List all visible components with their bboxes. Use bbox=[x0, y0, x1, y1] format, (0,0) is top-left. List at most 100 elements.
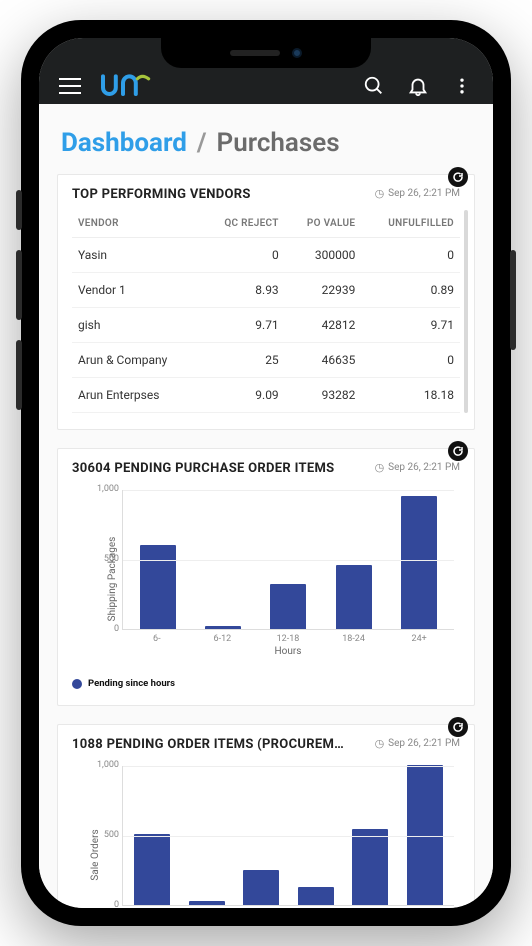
col-vendor[interactable]: VENDOR bbox=[72, 210, 201, 238]
grid-line bbox=[123, 560, 454, 561]
breadcrumb: Dashboard / Purchases bbox=[61, 128, 475, 158]
notch bbox=[39, 38, 493, 68]
col-unfulfilled[interactable]: UNFULFILLED bbox=[361, 210, 460, 238]
chart-xlabel: Hours bbox=[122, 646, 454, 657]
chart-yticks: 1,000 500 0 bbox=[87, 760, 119, 908]
card-title: 30604 PENDING PURCHASE ORDER ITEMS bbox=[72, 461, 334, 476]
table-cell: 8.93 bbox=[201, 273, 285, 308]
grid-line bbox=[123, 490, 454, 491]
chart-bar[interactable] bbox=[205, 626, 241, 629]
clock-icon bbox=[375, 737, 385, 750]
ytick: 0 bbox=[87, 624, 119, 634]
phone-frame: Dashboard / Purchases TOP PERFORMING VEN… bbox=[21, 20, 511, 926]
table-cell: 0.89 bbox=[361, 273, 460, 308]
xtick: 18-24 bbox=[336, 634, 372, 644]
side-button bbox=[510, 250, 516, 350]
chart-bar[interactable] bbox=[270, 584, 306, 629]
timestamp-text: Sep 26, 2:21 PM bbox=[388, 738, 460, 749]
breadcrumb-separator: / bbox=[197, 128, 207, 158]
chart-bar[interactable] bbox=[336, 565, 372, 629]
chart-bar[interactable] bbox=[189, 901, 225, 905]
table-cell: 9.71 bbox=[201, 308, 285, 343]
ytick: 0 bbox=[87, 900, 119, 908]
table-row[interactable]: Yasin03000000 bbox=[72, 238, 460, 273]
table-cell: Arun Enterpses bbox=[72, 378, 201, 413]
table-cell: 42812 bbox=[285, 308, 362, 343]
timestamp-text: Sep 26, 2:21 PM bbox=[388, 462, 460, 473]
table-cell: gish bbox=[72, 308, 201, 343]
ytick: 500 bbox=[87, 830, 119, 840]
menu-icon[interactable] bbox=[55, 71, 85, 101]
grid-line bbox=[123, 766, 454, 767]
table-cell: 46635 bbox=[285, 343, 362, 378]
table-cell: Arun & Company bbox=[72, 343, 201, 378]
refresh-icon[interactable] bbox=[448, 167, 468, 187]
chart-pending-orders: Sale Orders 1,000 500 0 2-2-44-66-88-101… bbox=[72, 760, 460, 908]
xtick: 6- bbox=[139, 634, 175, 644]
col-po-value[interactable]: PO VALUE bbox=[285, 210, 362, 238]
card-title: 1088 PENDING ORDER ITEMS (PROCUREM… bbox=[72, 737, 344, 752]
search-icon[interactable] bbox=[359, 71, 389, 101]
table-cell: Yasin bbox=[72, 238, 201, 273]
chart-xticks: 2-2-44-66-88-1010+ bbox=[122, 906, 454, 908]
ytick: 1,000 bbox=[87, 760, 119, 770]
chart-plot: 1,000 500 0 bbox=[122, 490, 454, 630]
legend-swatch bbox=[72, 679, 82, 689]
table-cell: 18.18 bbox=[361, 378, 460, 413]
side-button bbox=[16, 340, 22, 410]
card-title: TOP PERFORMING VENDORS bbox=[72, 187, 251, 202]
chart-plot: 1,000 500 0 bbox=[122, 766, 454, 906]
table-cell: 0 bbox=[361, 343, 460, 378]
clock-icon bbox=[375, 187, 385, 200]
xtick: 12-18 bbox=[270, 634, 306, 644]
bell-icon[interactable] bbox=[403, 71, 433, 101]
vendor-table: VENDOR QC REJECT PO VALUE UNFULFILLED Ya… bbox=[72, 210, 460, 413]
ytick: 500 bbox=[87, 554, 119, 564]
table-cell: 93282 bbox=[285, 378, 362, 413]
chart-bar[interactable] bbox=[140, 545, 176, 629]
chart-bar[interactable] bbox=[298, 887, 334, 905]
refresh-icon[interactable] bbox=[448, 717, 468, 737]
screen: Dashboard / Purchases TOP PERFORMING VEN… bbox=[39, 38, 493, 908]
chart-xticks: 6- 6-12 12-18 18-24 24+ bbox=[122, 630, 454, 644]
table-cell: 25 bbox=[201, 343, 285, 378]
table-row[interactable]: gish9.71428129.71 bbox=[72, 308, 460, 343]
app-logo[interactable] bbox=[99, 74, 171, 98]
clock-icon bbox=[375, 461, 385, 474]
ytick: 1,000 bbox=[87, 484, 119, 494]
vendor-table-wrap: VENDOR QC REJECT PO VALUE UNFULFILLED Ya… bbox=[72, 210, 460, 413]
timestamp-text: Sep 26, 2:21 PM bbox=[388, 188, 460, 199]
chart-yticks: 1,000 500 0 bbox=[87, 484, 119, 634]
table-cell: 300000 bbox=[285, 238, 362, 273]
chart-bar[interactable] bbox=[243, 870, 279, 905]
breadcrumb-current: Purchases bbox=[217, 128, 340, 158]
side-button bbox=[16, 190, 22, 230]
xtick: 6-12 bbox=[204, 634, 240, 644]
grid-line bbox=[123, 836, 454, 837]
chart-legend: Pending since hours bbox=[72, 678, 460, 689]
breadcrumb-link-dashboard[interactable]: Dashboard bbox=[61, 128, 187, 158]
chart-bar[interactable] bbox=[401, 496, 437, 629]
table-cell: 22939 bbox=[285, 273, 362, 308]
card-top-vendors: TOP PERFORMING VENDORS Sep 26, 2:21 PM V… bbox=[57, 174, 475, 430]
table-cell: 0 bbox=[361, 238, 460, 273]
legend-label: Pending since hours bbox=[88, 678, 175, 689]
table-cell: 9.09 bbox=[201, 378, 285, 413]
table-row[interactable]: Vendor 18.93229390.89 bbox=[72, 273, 460, 308]
chart-bar[interactable] bbox=[134, 834, 170, 905]
chart-pending-po: Shipping Packages 1,000 500 0 6-6-1212-1… bbox=[72, 484, 460, 674]
card-timestamp: Sep 26, 2:21 PM bbox=[375, 187, 460, 200]
col-qc-reject[interactable]: QC REJECT bbox=[201, 210, 285, 238]
table-cell: 9.71 bbox=[361, 308, 460, 343]
refresh-icon[interactable] bbox=[448, 441, 468, 461]
overflow-menu-icon[interactable] bbox=[447, 71, 477, 101]
card-pending-order-items: 1088 PENDING ORDER ITEMS (PROCUREM… Sep … bbox=[57, 724, 475, 908]
content-scroll[interactable]: Dashboard / Purchases TOP PERFORMING VEN… bbox=[39, 104, 493, 908]
chart-bar[interactable] bbox=[352, 829, 388, 905]
table-cell: 0 bbox=[201, 238, 285, 273]
table-row[interactable]: Arun Enterpses9.099328218.18 bbox=[72, 378, 460, 413]
xtick: 24+ bbox=[401, 634, 437, 644]
table-row[interactable]: Arun & Company25466350 bbox=[72, 343, 460, 378]
card-timestamp: Sep 26, 2:21 PM bbox=[375, 737, 460, 750]
side-button bbox=[16, 250, 22, 320]
